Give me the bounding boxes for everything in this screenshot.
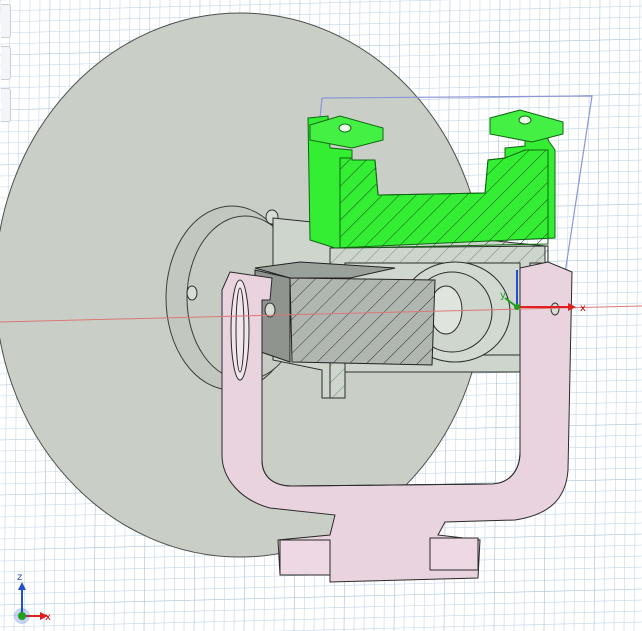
origin-x-label: x	[580, 303, 586, 314]
sensor-block-hatch	[290, 278, 435, 365]
hub-hole-left	[186, 285, 198, 301]
grid-line	[0, 0, 454, 12]
fork-right-hole	[550, 302, 560, 316]
grid-line	[593, 0, 601, 631]
scene-svg: x y z x	[0, 0, 642, 631]
view-button-2[interactable]	[1, 46, 11, 80]
corner-x-label: x	[45, 612, 51, 623]
foot-front	[279, 539, 331, 576]
lug-hole-right	[518, 115, 532, 125]
foot-front-right	[429, 537, 479, 571]
view-toolbar	[0, 0, 12, 130]
view-button-1[interactable]	[1, 4, 11, 38]
fork-slot	[230, 279, 250, 381]
grid-line	[268, 621, 642, 631]
corner-triad: z x	[14, 572, 51, 624]
origin-y-label: y	[500, 290, 506, 301]
grid-line	[633, 0, 641, 631]
lug-hole-left	[338, 123, 352, 133]
3d-viewport[interactable]: x y z x	[0, 0, 642, 631]
corner-z-label: z	[17, 572, 22, 583]
view-button-3[interactable]	[1, 88, 11, 122]
bracket-lug-right	[489, 109, 564, 143]
